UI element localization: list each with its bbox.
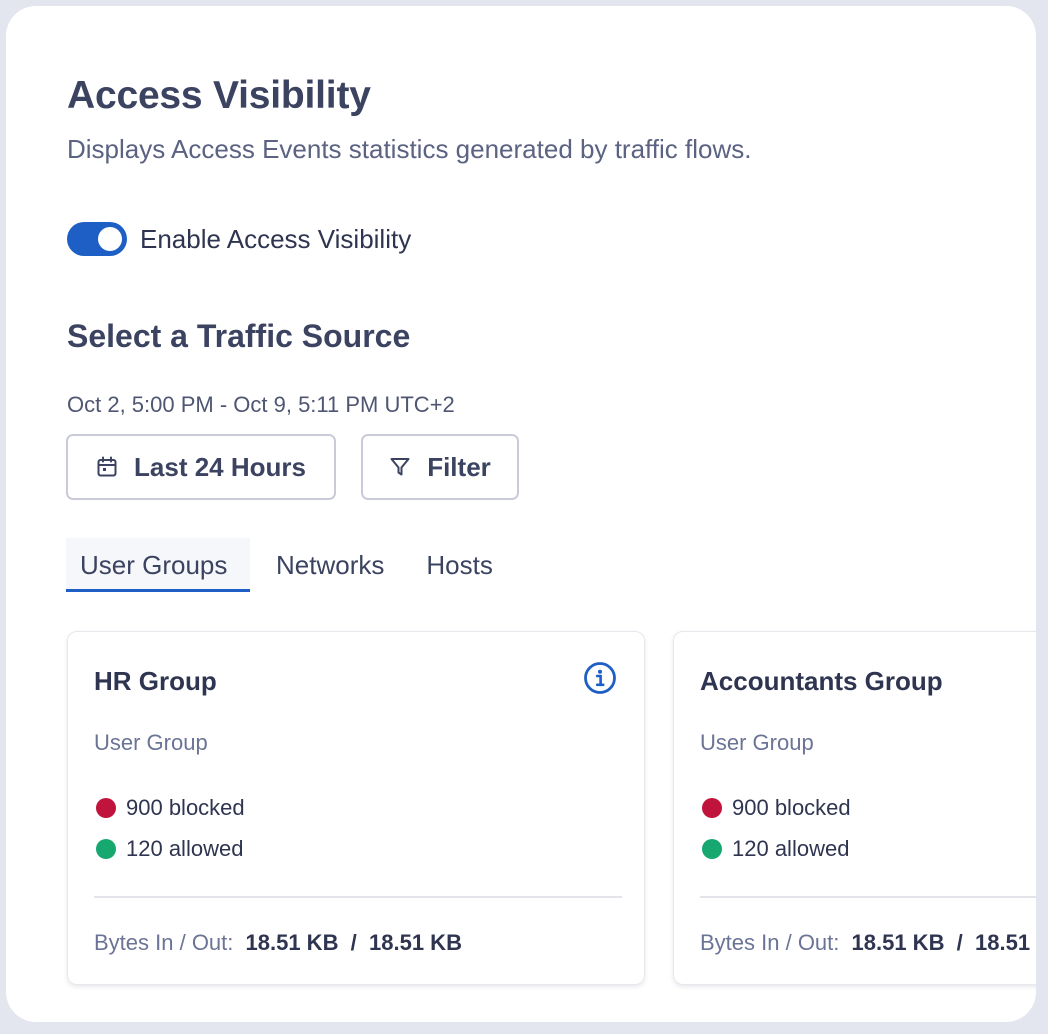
tab-networks[interactable]: Networks <box>276 538 384 592</box>
allowed-count: 120 allowed <box>126 836 244 861</box>
tab-label: User Groups <box>80 549 228 580</box>
enable-access-visibility-row: Enable Access Visibility <box>67 222 411 256</box>
allowed-stat: 120 allowed <box>702 836 849 862</box>
blocked-count: 900 blocked <box>126 795 245 820</box>
page-title: Access Visibility <box>67 74 371 117</box>
bytes-label: Bytes In / Out: <box>700 930 840 955</box>
filter-icon <box>389 456 411 478</box>
bytes-value: 18.51 KB / 18.51 <box>851 930 1031 955</box>
bytes-label: Bytes In / Out: <box>94 930 234 955</box>
allowed-dot-icon <box>702 839 722 859</box>
tab-hosts[interactable]: Hosts <box>426 538 492 592</box>
blocked-dot-icon <box>96 798 116 818</box>
bytes-in-out: Bytes In / Out: 18.51 KB / 18.51 KB <box>94 930 462 956</box>
tab-bar: User Groups Networks Hosts <box>66 538 493 592</box>
toggle-knob <box>98 227 122 251</box>
enable-access-visibility-toggle[interactable] <box>67 222 127 256</box>
card-type: User Group <box>700 730 814 755</box>
toggle-label: Enable Access Visibility <box>140 223 412 254</box>
info-icon[interactable] <box>583 661 617 695</box>
card-divider <box>700 896 1036 898</box>
time-range-button[interactable]: Last 24 Hours <box>66 434 336 500</box>
card-title: Accountants Group <box>700 666 943 696</box>
bytes-in-out: Bytes In / Out: 18.51 KB / 18.51 <box>700 930 1030 956</box>
filter-label: Filter <box>427 451 491 482</box>
tab-user-groups[interactable]: User Groups <box>66 538 250 592</box>
section-title: Select a Traffic Source <box>67 318 411 354</box>
tab-label: Hosts <box>426 549 493 580</box>
card-divider <box>94 896 622 898</box>
calendar-icon <box>96 456 118 478</box>
card-type: User Group <box>94 730 208 755</box>
group-card-accountants[interactable]: Accountants Group User Group 900 blocked… <box>673 631 1036 985</box>
date-range: Oct 2, 5:00 PM - Oct 9, 5:11 PM UTC+2 <box>67 392 455 417</box>
bytes-value: 18.51 KB / 18.51 KB <box>245 930 462 955</box>
blocked-dot-icon <box>702 798 722 818</box>
allowed-stat: 120 allowed <box>96 836 243 862</box>
page-description: Displays Access Events statistics genera… <box>67 134 752 164</box>
active-tab-indicator <box>66 589 250 592</box>
allowed-dot-icon <box>96 839 116 859</box>
blocked-stat: 900 blocked <box>96 795 245 821</box>
allowed-count: 120 allowed <box>732 836 850 861</box>
blocked-stat: 900 blocked <box>702 795 851 821</box>
filter-button[interactable]: Filter <box>361 434 519 500</box>
access-visibility-panel: Access Visibility Displays Access Events… <box>6 6 1036 1022</box>
card-title: HR Group <box>94 666 217 696</box>
tab-label: Networks <box>276 549 385 580</box>
group-card-hr[interactable]: HR Group User Group 900 blocked 120 allo… <box>67 631 645 985</box>
blocked-count: 900 blocked <box>732 795 851 820</box>
time-range-label: Last 24 Hours <box>134 451 306 482</box>
